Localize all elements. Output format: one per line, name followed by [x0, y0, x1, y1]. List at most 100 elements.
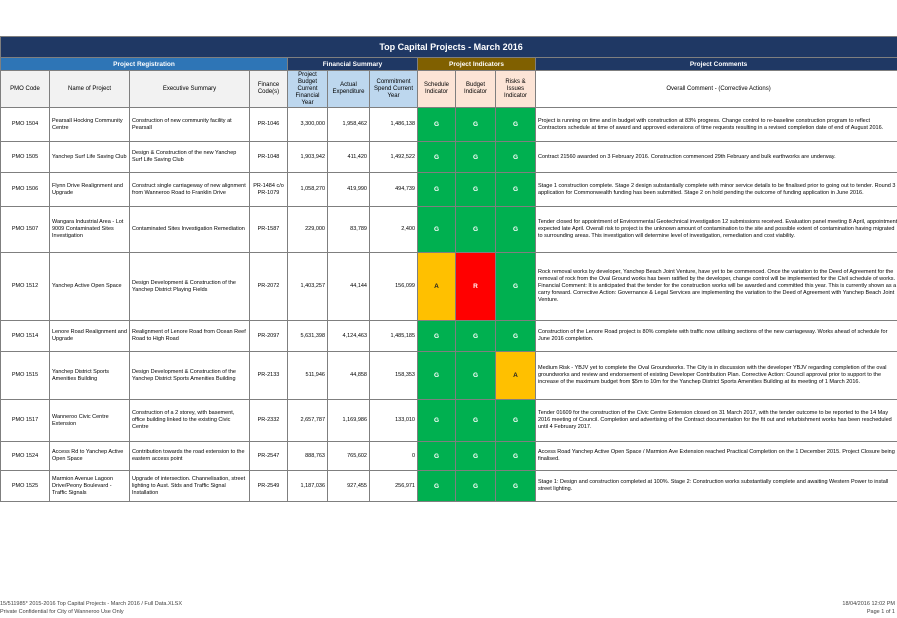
group-indicators: Project Indicators: [417, 57, 536, 71]
schedule-indicator: G: [417, 399, 456, 442]
budget-cell: 511,946: [287, 351, 328, 400]
header-pmo-code: PMO Code: [0, 70, 50, 108]
header-actual: Actual Expenditure: [327, 70, 370, 108]
executive-summary-cell: Design Development & Construction of the…: [129, 351, 250, 400]
budget-indicator: G: [455, 399, 496, 442]
header-finance-codes: Finance Code(s): [249, 70, 288, 108]
pmo-code-cell: PMO 1515: [0, 351, 50, 400]
schedule-indicator: G: [417, 107, 456, 142]
finance-code-cell: PR-2097: [249, 320, 288, 352]
table-row: PMO 1507 Wangara Industrial Area - Lot 90…: [0, 206, 897, 253]
risks-indicator: G: [495, 107, 536, 142]
finance-code-cell: PR-1484 c/o PR-1079: [249, 172, 288, 207]
budget-indicator: G: [455, 470, 496, 502]
finance-code-cell: PR-1048: [249, 141, 288, 173]
budget-indicator: G: [455, 172, 496, 207]
project-name-cell: Pearsall Hocking Community Centre: [49, 107, 130, 142]
finance-code-cell: PR-1587: [249, 206, 288, 253]
group-comments: Project Comments: [534, 57, 897, 71]
header-commitment: Commitment Spend Current Year: [369, 70, 418, 108]
budget-indicator: G: [455, 351, 496, 400]
footer-page: Page 1 of 1: [866, 609, 895, 615]
comment-cell: Stage 1 construction complete. Stage 2 d…: [534, 172, 897, 207]
executive-summary-cell: Design Development & Construction of the…: [129, 252, 250, 321]
executive-summary-cell: Design & Construction of the new Yanchep…: [129, 141, 250, 173]
pmo-code-cell: PMO 1514: [0, 320, 50, 352]
header-budget: Project Budget Current Financial Year: [287, 70, 328, 108]
schedule-indicator: G: [417, 351, 456, 400]
pmo-code-cell: PMO 1504: [0, 107, 50, 142]
schedule-indicator: G: [417, 172, 456, 207]
commitment-cell: 2,400: [369, 206, 418, 253]
report-title: Top Capital Projects - March 2016: [0, 36, 897, 58]
pmo-code-cell: PMO 1517: [0, 399, 50, 442]
project-name-cell: Marmion Avenue Lagoon Drive/Peony Boulev…: [49, 470, 130, 502]
schedule-indicator: G: [417, 470, 456, 502]
project-name-cell: Yanchep Active Open Space: [49, 252, 130, 321]
header-summary: Executive Summary: [129, 70, 250, 108]
risks-indicator: G: [495, 399, 536, 442]
finance-code-cell: PR-2332: [249, 399, 288, 442]
schedule-indicator: G: [417, 441, 456, 471]
risks-indicator: G: [495, 470, 536, 502]
pmo-code-cell: PMO 1505: [0, 141, 50, 173]
schedule-indicator: A: [417, 252, 456, 321]
actual-expenditure-cell: 419,990: [327, 172, 370, 207]
actual-expenditure-cell: 411,420: [327, 141, 370, 173]
actual-expenditure-cell: 4,124,463: [327, 320, 370, 352]
footer-datetime: 18/04/2016 12:02 PM: [842, 601, 895, 607]
comment-cell: Tender 01609 for the construction of the…: [534, 399, 897, 442]
budget-indicator: G: [455, 320, 496, 352]
header-schedule: Schedule Indicator: [417, 70, 456, 108]
budget-cell: 2,657,787: [287, 399, 328, 442]
budget-indicator: G: [455, 441, 496, 471]
schedule-indicator: G: [417, 206, 456, 253]
finance-code-cell: PR-2549: [249, 470, 288, 502]
commitment-cell: 133,010: [369, 399, 418, 442]
comment-cell: Contract 21560 awarded on 3 February 201…: [534, 141, 897, 173]
executive-summary-cell: Construct single carriageway of new alig…: [129, 172, 250, 207]
actual-expenditure-cell: 44,144: [327, 252, 370, 321]
project-name-cell: Lenore Road Realignment and Upgrade: [49, 320, 130, 352]
footer-right: 18/04/2016 12:02 PM Page 1 of 1: [842, 600, 895, 616]
pmo-code-cell: PMO 1525: [0, 470, 50, 502]
comment-cell: Medium Risk - YBJV yet to complete the O…: [534, 351, 897, 400]
actual-expenditure-cell: 83,789: [327, 206, 370, 253]
finance-code-cell: PR-2072: [249, 252, 288, 321]
risks-indicator: G: [495, 252, 536, 321]
project-name-cell: Flynn Drive Realignment and Upgrade: [49, 172, 130, 207]
table-row: PMO 1504 Pearsall Hocking Community Centr…: [0, 107, 897, 142]
commitment-cell: 1,486,138: [369, 107, 418, 142]
executive-summary-cell: Realignment of Lenore Road from Ocean Re…: [129, 320, 250, 352]
commitment-cell: 156,099: [369, 252, 418, 321]
capital-projects-table: Top Capital Projects - March 2016 Projec…: [0, 36, 897, 502]
finance-code-cell: PR-2133: [249, 351, 288, 400]
commitment-cell: 1,485,185: [369, 320, 418, 352]
footer-confidential: Private Confidential for City of Wannero…: [0, 609, 124, 615]
commitment-cell: 1,492,522: [369, 141, 418, 173]
budget-indicator: R: [455, 252, 496, 321]
executive-summary-cell: Upgrade of intersection. Channelisation,…: [129, 470, 250, 502]
table-row: PMO 1525 Marmion Avenue Lagoon Drive/Peon…: [0, 470, 897, 502]
risks-indicator: G: [495, 441, 536, 471]
budget-cell: 229,000: [287, 206, 328, 253]
project-name-cell: Yanchep Surf Life Saving Club: [49, 141, 130, 173]
pmo-code-cell: PMO 1506: [0, 172, 50, 207]
table-row: PMO 1506 Flynn Drive Realignment and Upgr…: [0, 172, 897, 207]
header-comment: Overall Comment - (Corrective Actions): [534, 70, 897, 108]
footer-left: 15/511985* 2015-2016 Top Capital Project…: [0, 600, 182, 616]
actual-expenditure-cell: 1,958,462: [327, 107, 370, 142]
budget-cell: 3,300,000: [287, 107, 328, 142]
budget-cell: 1,058,270: [287, 172, 328, 207]
comment-cell: Tender closed for appointment of Environ…: [534, 206, 897, 253]
project-name-cell: Yanchep District Sports Amenities Buildi…: [49, 351, 130, 400]
pmo-code-cell: PMO 1524: [0, 441, 50, 471]
risks-indicator: G: [495, 141, 536, 173]
comment-cell: Construction of the Lenore Road project …: [534, 320, 897, 352]
finance-code-cell: PR-2547: [249, 441, 288, 471]
budget-indicator: G: [455, 107, 496, 142]
commitment-cell: 0: [369, 441, 418, 471]
pmo-code-cell: PMO 1512: [0, 252, 50, 321]
actual-expenditure-cell: 44,858: [327, 351, 370, 400]
project-name-cell: Wangara Industrial Area - Lot 9009 Conta…: [49, 206, 130, 253]
